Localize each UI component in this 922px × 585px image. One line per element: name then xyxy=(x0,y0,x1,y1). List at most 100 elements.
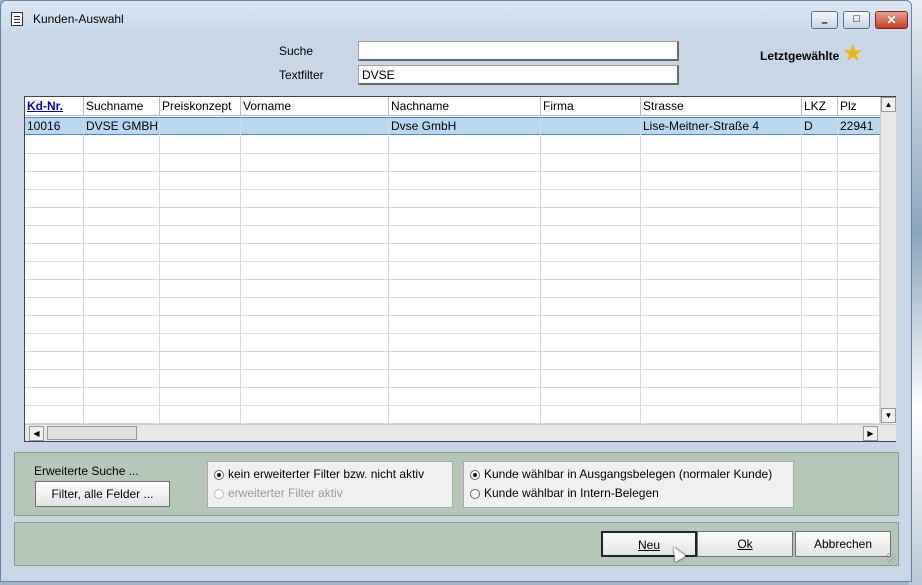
empty-cell xyxy=(389,316,541,333)
empty-cell xyxy=(802,154,838,171)
radio-intern-belege[interactable] xyxy=(470,489,480,499)
radio-no-filter-label[interactable]: kein erweiterter Filter bzw. nicht aktiv xyxy=(228,467,424,481)
abbrechen-button[interactable]: Abbrechen xyxy=(795,531,891,557)
star-icon[interactable]: ★ xyxy=(842,42,864,66)
empty-cell xyxy=(160,406,241,423)
table-row[interactable]: 10016 DVSE GMBH Dvse GmbH Lise-Meitner-S… xyxy=(25,117,880,135)
empty-cell xyxy=(84,316,160,333)
empty-table-row xyxy=(25,136,880,154)
empty-table-row xyxy=(25,172,880,190)
col-plz[interactable]: Plz xyxy=(838,97,880,116)
col-preiskonzept[interactable]: Preiskonzept xyxy=(160,97,241,116)
col-kdnr[interactable]: Kd-Nr. xyxy=(25,97,84,116)
col-nachname[interactable]: Nachname xyxy=(389,97,541,116)
scroll-down-icon[interactable]: ▼ xyxy=(881,408,896,423)
close-button[interactable]: ✕ xyxy=(875,11,908,29)
erweiterte-suche-label: Erweiterte Suche ... xyxy=(34,464,139,478)
empty-cell xyxy=(160,226,241,243)
col-lkz[interactable]: LKZ xyxy=(802,97,838,116)
resize-grip[interactable] xyxy=(886,553,896,563)
cell-strasse: Lise-Meitner-Straße 4 xyxy=(641,118,802,135)
empty-cell xyxy=(389,334,541,351)
maximize-button[interactable]: □ xyxy=(843,11,870,29)
empty-cell xyxy=(25,334,84,351)
scroll-up-icon[interactable]: ▲ xyxy=(881,97,896,112)
empty-cell xyxy=(389,352,541,369)
empty-cell xyxy=(84,388,160,405)
empty-cell xyxy=(838,298,880,315)
empty-cell xyxy=(84,280,160,297)
empty-cell xyxy=(160,388,241,405)
col-vorname[interactable]: Vorname xyxy=(241,97,389,116)
empty-cell xyxy=(541,352,641,369)
empty-cell xyxy=(25,244,84,261)
empty-table-row xyxy=(25,316,880,334)
cell-suchname: DVSE GMBH xyxy=(86,118,160,135)
radio-no-filter[interactable] xyxy=(214,470,224,480)
empty-cell xyxy=(541,298,641,315)
empty-cell xyxy=(389,244,541,261)
empty-cell xyxy=(802,262,838,279)
empty-cell xyxy=(25,226,84,243)
empty-cell xyxy=(160,244,241,261)
empty-table-row xyxy=(25,352,880,370)
empty-cell xyxy=(641,172,802,189)
empty-cell xyxy=(802,388,838,405)
suche-input[interactable] xyxy=(358,41,679,61)
customer-table[interactable]: Kd-Nr. Suchname Preiskonzept Vorname Nac… xyxy=(24,96,896,442)
scroll-thumb[interactable] xyxy=(47,426,137,440)
ok-button[interactable]: Ok xyxy=(697,531,793,557)
cell-plz: 22941 xyxy=(840,119,874,133)
empty-cell xyxy=(838,262,880,279)
empty-cell xyxy=(838,352,880,369)
empty-cell xyxy=(84,334,160,351)
horizontal-scrollbar[interactable]: ◀ ▶ xyxy=(25,424,896,441)
empty-cell xyxy=(802,370,838,387)
empty-cell xyxy=(838,244,880,261)
col-suchname[interactable]: Suchname xyxy=(84,97,160,116)
empty-cell xyxy=(25,262,84,279)
empty-cell xyxy=(641,208,802,225)
col-firma[interactable]: Firma xyxy=(541,97,641,116)
filter-all-fields-button[interactable]: Filter, alle Felder ... xyxy=(35,481,170,507)
empty-cell xyxy=(641,280,802,297)
empty-cell xyxy=(802,298,838,315)
minimize-icon: – xyxy=(821,17,828,29)
empty-cell xyxy=(838,388,880,405)
minimize-button[interactable]: – xyxy=(811,11,838,29)
textfilter-input[interactable]: DVSE xyxy=(358,65,679,85)
empty-cell xyxy=(241,262,389,279)
empty-cell xyxy=(389,370,541,387)
empty-cell xyxy=(84,244,160,261)
empty-cell xyxy=(241,316,389,333)
cell-lkz: D xyxy=(802,118,838,135)
empty-cell xyxy=(25,352,84,369)
empty-cell xyxy=(84,406,160,423)
empty-cell xyxy=(541,154,641,171)
empty-table-row xyxy=(25,190,880,208)
empty-cell xyxy=(160,172,241,189)
empty-cell xyxy=(541,316,641,333)
filter-status-group: kein erweiterter Filter bzw. nicht aktiv… xyxy=(207,461,453,508)
col-strasse[interactable]: Strasse xyxy=(641,97,802,116)
radio-ausgangsbelege-label[interactable]: Kunde wählbar in Ausgangsbelegen (normal… xyxy=(484,467,772,481)
empty-cell xyxy=(838,226,880,243)
empty-cell xyxy=(541,208,641,225)
scroll-right-icon[interactable]: ▶ xyxy=(863,426,878,441)
empty-cell xyxy=(241,154,389,171)
empty-table-row xyxy=(25,244,880,262)
radio-ausgangsbelege[interactable] xyxy=(470,470,480,480)
radio-intern-belege-label[interactable]: Kunde wählbar in Intern-Belegen xyxy=(484,486,659,500)
scroll-left-icon[interactable]: ◀ xyxy=(29,426,44,441)
empty-cell xyxy=(838,280,880,297)
empty-cell xyxy=(84,208,160,225)
empty-table-row xyxy=(25,334,880,352)
letztgewaehlte-label[interactable]: Letztgewählte xyxy=(760,49,839,63)
empty-table-row xyxy=(25,388,880,406)
maximize-icon: □ xyxy=(853,13,860,25)
vertical-scrollbar[interactable]: ▲ ▼ xyxy=(880,97,896,424)
cell-firma xyxy=(541,118,641,135)
empty-cell xyxy=(802,334,838,351)
empty-cell xyxy=(160,208,241,225)
empty-cell xyxy=(241,388,389,405)
